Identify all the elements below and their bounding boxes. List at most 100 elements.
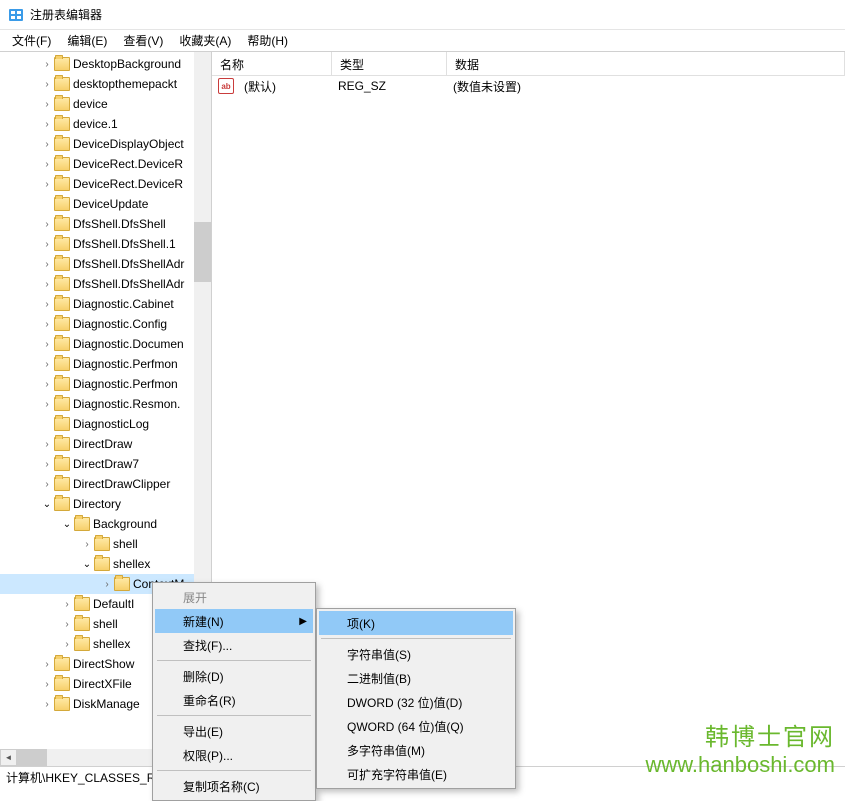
chevron-right-icon[interactable]: › <box>40 279 54 290</box>
folder-icon <box>54 477 70 491</box>
menu-favorites[interactable]: 收藏夹(A) <box>171 30 239 51</box>
chevron-right-icon[interactable]: › <box>80 539 94 550</box>
chevron-right-icon[interactable]: › <box>40 379 54 390</box>
folder-icon <box>54 277 70 291</box>
cm-new-key[interactable]: 项(K) <box>319 611 513 635</box>
cm-new-binary[interactable]: 二进制值(B) <box>319 666 513 690</box>
tree-item[interactable]: ›Diagnostic.Resmon. <box>0 394 211 414</box>
chevron-right-icon[interactable]: › <box>40 679 54 690</box>
tree-item-label: DfsShell.DfsShellAdr <box>73 277 184 291</box>
folder-icon <box>54 417 70 431</box>
chevron-right-icon[interactable]: › <box>40 699 54 710</box>
cm-delete[interactable]: 删除(D) <box>155 664 313 688</box>
tree-item[interactable]: DiagnosticLog <box>0 414 211 434</box>
tree-item[interactable]: › DfsShell.DfsShellAdr <box>0 274 211 294</box>
chevron-right-icon[interactable]: › <box>60 639 74 650</box>
chevron-right-icon[interactable]: › <box>40 439 54 450</box>
column-data[interactable]: 数据 <box>447 52 845 75</box>
chevron-down-icon[interactable]: ⌄ <box>60 519 74 530</box>
cm-new-string[interactable]: 字符串值(S) <box>319 642 513 666</box>
tree-item[interactable]: ⌄Directory <box>0 494 211 514</box>
chevron-right-icon[interactable]: › <box>40 459 54 470</box>
chevron-right-icon[interactable]: › <box>40 119 54 130</box>
folder-icon <box>54 57 70 71</box>
chevron-right-icon[interactable]: › <box>40 99 54 110</box>
tree-item[interactable]: › desktopthemepackt <box>0 74 211 94</box>
tree-item[interactable]: ›device <box>0 94 211 114</box>
chevron-down-icon[interactable]: ⌄ <box>80 559 94 570</box>
tree-item[interactable]: ›DfsShell.DfsShell.1 <box>0 234 211 254</box>
chevron-right-icon[interactable]: › <box>40 59 54 70</box>
cm-new-qword[interactable]: QWORD (64 位)值(Q) <box>319 714 513 738</box>
tree-item[interactable]: ›Diagnostic.Documen <box>0 334 211 354</box>
tree-item-label: DfsShell.DfsShellAdr <box>73 257 184 271</box>
cm-export[interactable]: 导出(E) <box>155 719 313 743</box>
menu-help[interactable]: 帮助(H) <box>239 30 296 51</box>
folder-icon <box>54 177 70 191</box>
folder-icon <box>74 617 90 631</box>
context-menu-new-submenu: 项(K) 字符串值(S) 二进制值(B) DWORD (32 位)值(D) QW… <box>316 608 516 789</box>
tree-item[interactable]: ›DeviceDisplayObject <box>0 134 211 154</box>
tree-item[interactable]: ›Diagnostic.Perfmon <box>0 354 211 374</box>
tree-item[interactable]: › DesktopBackground <box>0 54 211 74</box>
cm-expand[interactable]: 展开 <box>155 585 313 609</box>
cm-rename[interactable]: 重命名(R) <box>155 688 313 712</box>
chevron-down-icon[interactable]: ⌄ <box>40 499 54 510</box>
scroll-left-button[interactable]: ◄ <box>0 749 17 766</box>
tree-item[interactable]: › DfsShell.DfsShellAdr <box>0 254 211 274</box>
tree-item-label: DesktopBackground <box>73 57 181 71</box>
chevron-right-icon[interactable]: › <box>40 359 54 370</box>
column-type[interactable]: 类型 <box>332 52 447 75</box>
tree-item[interactable]: ⌄Background <box>0 514 211 534</box>
chevron-right-icon[interactable]: › <box>40 339 54 350</box>
tree-item[interactable]: ›Diagnostic.Cabinet <box>0 294 211 314</box>
chevron-right-icon[interactable]: › <box>40 259 54 270</box>
chevron-right-icon[interactable]: › <box>40 179 54 190</box>
tree-item-label: DiagnosticLog <box>73 417 149 431</box>
tree-item[interactable]: ›DirectDrawClipper <box>0 474 211 494</box>
cm-new-expandstring[interactable]: 可扩充字符串值(E) <box>319 762 513 786</box>
tree-item[interactable]: ›DeviceRect.DeviceR <box>0 154 211 174</box>
chevron-right-icon[interactable]: › <box>40 79 54 90</box>
chevron-right-icon[interactable]: › <box>60 619 74 630</box>
cm-new[interactable]: 新建(N) ▶ <box>155 609 313 633</box>
tree-item[interactable]: ›DeviceRect.DeviceR <box>0 174 211 194</box>
tree-item[interactable]: ⌄shellex <box>0 554 211 574</box>
tree-item[interactable]: ›DirectDraw <box>0 434 211 454</box>
menu-file[interactable]: 文件(F) <box>4 30 59 51</box>
tree-item[interactable]: ›shell <box>0 534 211 554</box>
tree-item[interactable]: DeviceUpdate <box>0 194 211 214</box>
chevron-right-icon[interactable]: › <box>60 599 74 610</box>
column-name[interactable]: 名称 <box>212 52 332 75</box>
scrollbar-thumb[interactable] <box>17 749 47 766</box>
cm-permissions[interactable]: 权限(P)... <box>155 743 313 767</box>
cm-find[interactable]: 查找(F)... <box>155 633 313 657</box>
cm-new-dword[interactable]: DWORD (32 位)值(D) <box>319 690 513 714</box>
chevron-right-icon[interactable]: › <box>40 219 54 230</box>
tree-item[interactable]: ›Diagnostic.Perfmon <box>0 374 211 394</box>
chevron-right-icon[interactable]: › <box>40 399 54 410</box>
tree-item[interactable]: ›device.1 <box>0 114 211 134</box>
chevron-right-icon[interactable]: › <box>100 579 114 590</box>
tree-item[interactable]: ›DirectDraw7 <box>0 454 211 474</box>
chevron-right-icon[interactable]: › <box>40 659 54 670</box>
cm-new-multistring[interactable]: 多字符串值(M) <box>319 738 513 762</box>
cm-copy-key-name[interactable]: 复制项名称(C) <box>155 774 313 798</box>
list-row[interactable]: ab (默认) REG_SZ (数值未设置) <box>212 76 845 96</box>
menu-view[interactable]: 查看(V) <box>115 30 171 51</box>
menu-edit[interactable]: 编辑(E) <box>59 30 115 51</box>
chevron-right-icon[interactable]: › <box>40 139 54 150</box>
tree-item-label: DeviceUpdate <box>73 197 148 211</box>
chevron-right-icon[interactable]: › <box>40 479 54 490</box>
tree-item[interactable]: ›Diagnostic.Config <box>0 314 211 334</box>
tree-item[interactable]: ›DfsShell.DfsShell <box>0 214 211 234</box>
folder-icon <box>74 517 90 531</box>
submenu-arrow-icon: ▶ <box>299 616 307 627</box>
tree-item-label: desktopthemepackt <box>73 77 177 91</box>
chevron-right-icon[interactable]: › <box>40 319 54 330</box>
chevron-right-icon[interactable]: › <box>40 239 54 250</box>
chevron-right-icon[interactable]: › <box>40 299 54 310</box>
chevron-right-icon[interactable]: › <box>40 159 54 170</box>
scrollbar-thumb[interactable] <box>194 222 211 282</box>
titlebar: 注册表编辑器 <box>0 0 845 30</box>
